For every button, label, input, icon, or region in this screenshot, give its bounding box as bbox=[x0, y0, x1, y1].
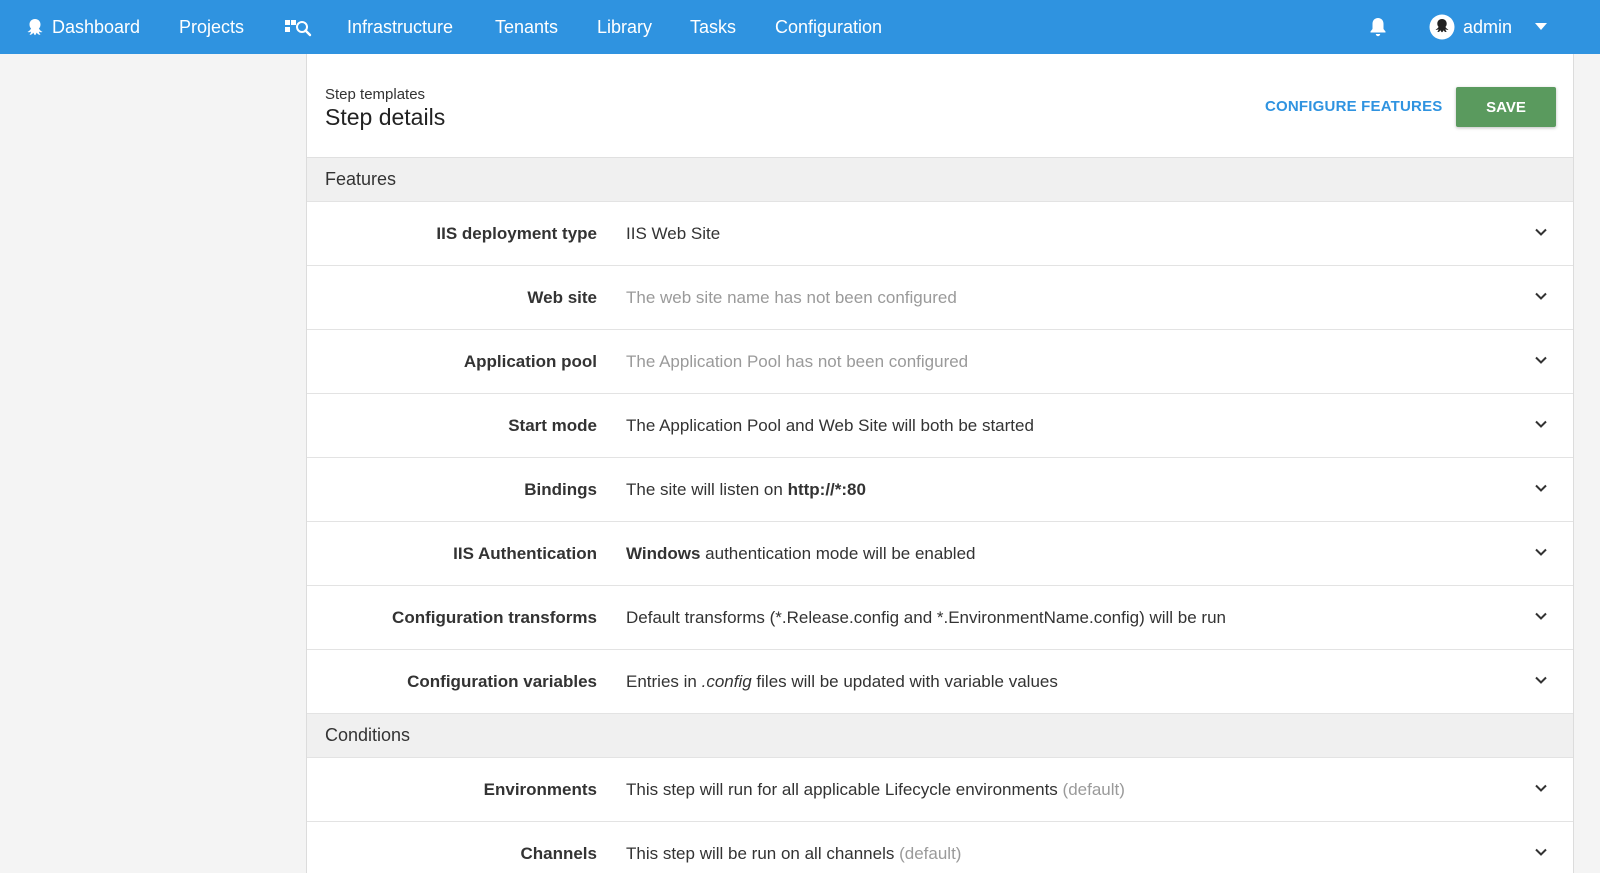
default-tag: (default) bbox=[899, 843, 962, 863]
row-start-mode[interactable]: Start mode The Application Pool and Web … bbox=[307, 394, 1573, 458]
nav-search-projects[interactable] bbox=[284, 0, 312, 54]
configure-features-button[interactable]: CONFIGURE FEATURES bbox=[1265, 98, 1443, 115]
nav-configuration[interactable]: Configuration bbox=[775, 0, 882, 54]
row-label: Configuration variables bbox=[407, 671, 597, 691]
chevron-down-icon[interactable] bbox=[1533, 672, 1549, 688]
chevron-down-icon[interactable] bbox=[1533, 288, 1549, 304]
chevron-down-icon[interactable] bbox=[1533, 352, 1549, 368]
row-value: This step will be run on all channels (d… bbox=[626, 844, 961, 864]
save-button[interactable]: SAVE bbox=[1456, 87, 1556, 127]
row-label: Channels bbox=[520, 843, 597, 863]
row-label: Web site bbox=[527, 287, 597, 307]
nav-tasks[interactable]: Tasks bbox=[690, 0, 736, 54]
step-details-panel: Step templates Step details CONFIGURE FE… bbox=[306, 54, 1574, 873]
avatar-icon bbox=[1429, 14, 1455, 40]
chevron-down-icon[interactable] bbox=[1533, 544, 1549, 560]
panel-header: Step templates Step details CONFIGURE FE… bbox=[307, 54, 1573, 158]
top-nav: Dashboard Projects Infrastructure Tenant… bbox=[0, 0, 1600, 54]
bell-icon bbox=[1368, 16, 1388, 38]
value-text: files will be updated with variable valu… bbox=[751, 671, 1058, 691]
row-value: The Application Pool and Web Site will b… bbox=[626, 415, 1034, 435]
row-value: The Application Pool has not been config… bbox=[626, 351, 969, 371]
chevron-down-icon[interactable] bbox=[1533, 844, 1549, 860]
chevron-down-icon[interactable] bbox=[1533, 780, 1549, 796]
nav-tenants-label: Tenants bbox=[495, 16, 559, 37]
row-iis-deployment-type[interactable]: IIS deployment type IIS Web Site bbox=[307, 202, 1573, 266]
row-label: Bindings bbox=[524, 479, 597, 499]
nav-infrastructure-label: Infrastructure bbox=[347, 16, 454, 37]
value-bold: http://*:80 bbox=[787, 479, 866, 499]
page-title: Step details bbox=[325, 104, 446, 130]
nav-projects-label: Projects bbox=[179, 16, 245, 37]
row-iis-authentication[interactable]: IIS Authentication Windows authenticatio… bbox=[307, 522, 1573, 586]
nav-library[interactable]: Library bbox=[597, 0, 652, 54]
row-label: IIS deployment type bbox=[436, 223, 597, 243]
row-configuration-transforms[interactable]: Configuration transforms Default transfo… bbox=[307, 586, 1573, 650]
row-label: Environments bbox=[483, 779, 597, 799]
row-label: Configuration transforms bbox=[392, 607, 597, 627]
default-tag: (default) bbox=[1062, 779, 1125, 799]
nav-infrastructure[interactable]: Infrastructure bbox=[347, 0, 453, 54]
nav-library-label: Library bbox=[597, 16, 653, 37]
value-text: Entries in bbox=[626, 671, 702, 691]
chevron-down-icon[interactable] bbox=[1533, 224, 1549, 240]
notifications-button[interactable] bbox=[1368, 0, 1388, 54]
octopus-icon bbox=[26, 18, 44, 36]
row-channels[interactable]: Channels This step will be run on all ch… bbox=[307, 822, 1573, 873]
row-value: Default transforms (*.Release.config and… bbox=[626, 607, 1226, 627]
user-menu[interactable]: admin bbox=[1429, 0, 1548, 54]
row-label: IIS Authentication bbox=[453, 543, 597, 563]
search-projects-icon bbox=[284, 17, 312, 37]
row-value: Entries in .config files will be updated… bbox=[626, 672, 1058, 692]
chevron-down-icon[interactable] bbox=[1533, 608, 1549, 624]
nav-projects[interactable]: Projects bbox=[179, 0, 244, 54]
row-label: Application pool bbox=[463, 351, 597, 371]
nav-tasks-label: Tasks bbox=[690, 16, 737, 37]
row-web-site[interactable]: Web site The web site name has not been … bbox=[307, 266, 1573, 330]
row-value: IIS Web Site bbox=[626, 223, 721, 243]
conditions-heading: Conditions bbox=[307, 714, 1573, 758]
nav-tenants[interactable]: Tenants bbox=[495, 0, 558, 54]
chevron-down-icon[interactable] bbox=[1533, 480, 1549, 496]
value-bold: Windows bbox=[626, 543, 701, 563]
row-value: Windows authentication mode will be enab… bbox=[626, 544, 975, 564]
features-heading: Features bbox=[307, 158, 1573, 202]
nav-dashboard[interactable]: Dashboard bbox=[26, 0, 140, 54]
value-text: authentication mode will be enabled bbox=[700, 543, 976, 563]
value-italic: .config bbox=[701, 671, 752, 691]
chevron-down-icon[interactable] bbox=[1533, 416, 1549, 432]
breadcrumb[interactable]: Step templates bbox=[325, 86, 425, 103]
nav-dashboard-label: Dashboard bbox=[52, 16, 141, 37]
value-text: This step will run for all applicable Li… bbox=[626, 779, 1063, 799]
value-text: This step will be run on all channels bbox=[626, 843, 900, 863]
row-label: Start mode bbox=[508, 415, 597, 435]
caret-down-icon bbox=[1535, 23, 1548, 31]
user-name: admin bbox=[1463, 16, 1513, 37]
row-value: The web site name has not been configure… bbox=[626, 287, 957, 307]
value-text: The site will listen on bbox=[626, 479, 788, 499]
row-value: The site will listen on http://*:80 bbox=[626, 480, 866, 500]
row-value: This step will run for all applicable Li… bbox=[626, 780, 1125, 800]
row-environments[interactable]: Environments This step will run for all … bbox=[307, 758, 1573, 822]
row-bindings[interactable]: Bindings The site will listen on http://… bbox=[307, 458, 1573, 522]
nav-configuration-label: Configuration bbox=[775, 16, 883, 37]
row-configuration-variables[interactable]: Configuration variables Entries in .conf… bbox=[307, 650, 1573, 714]
row-application-pool[interactable]: Application pool The Application Pool ha… bbox=[307, 330, 1573, 394]
